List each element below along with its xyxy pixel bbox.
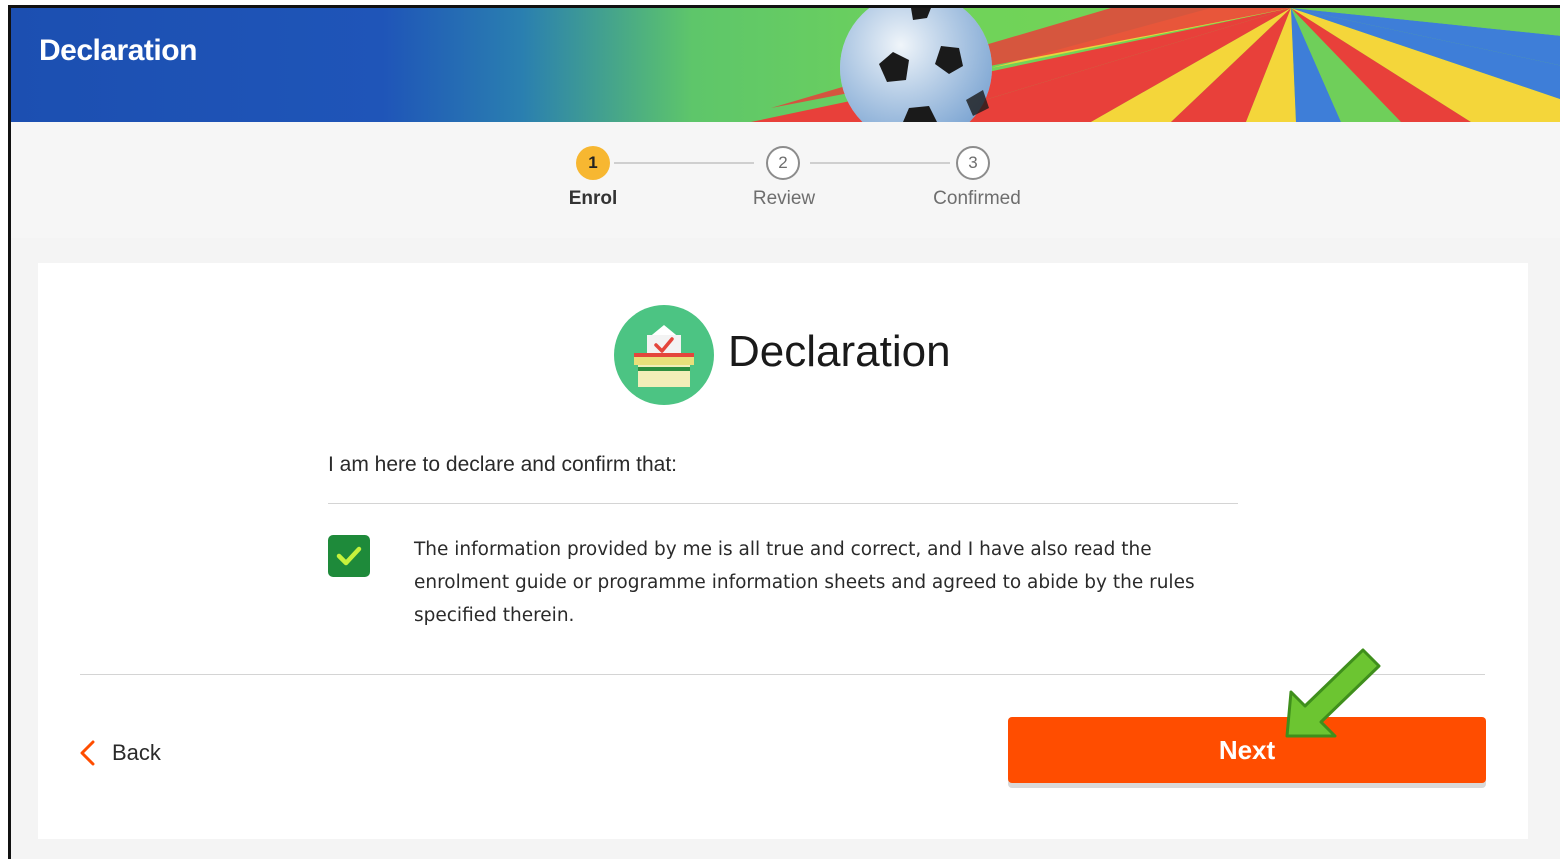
step-3-number: 3 bbox=[968, 153, 978, 172]
step-1-indicator: 1 bbox=[576, 146, 610, 180]
step-2-label: Review bbox=[752, 188, 816, 209]
step-connector bbox=[810, 162, 950, 164]
checkmark-icon bbox=[336, 546, 362, 566]
step-2-number: 2 bbox=[778, 153, 788, 172]
step-1-number: 1 bbox=[588, 153, 598, 172]
soccer-ball-icon bbox=[840, 8, 992, 122]
step-1-label: Enrol bbox=[568, 188, 618, 209]
back-button[interactable]: Back bbox=[78, 739, 161, 767]
declaration-intro: I am here to declare and confirm that: bbox=[328, 453, 678, 476]
next-button[interactable]: Next bbox=[1008, 717, 1486, 783]
card-title: Declaration bbox=[728, 327, 951, 376]
pointer-arrow-icon bbox=[1285, 648, 1381, 738]
progress-stepper: 1 2 3 Enrol Review Confirmed bbox=[11, 122, 1560, 238]
step-3-label: Confirmed bbox=[933, 188, 1021, 209]
app-frame: Declaration 1 2 3 Enrol Review Confirmed bbox=[8, 5, 1560, 859]
declaration-text: The information provided by me is all tr… bbox=[414, 539, 1195, 626]
banner-artwork bbox=[751, 8, 1560, 122]
chevron-left-icon bbox=[80, 740, 95, 766]
header-banner: Declaration bbox=[11, 8, 1560, 122]
step-3-indicator: 3 bbox=[956, 146, 990, 180]
step-2-indicator: 2 bbox=[766, 146, 800, 180]
back-button-label: Back bbox=[112, 740, 161, 765]
ballot-box-icon bbox=[614, 305, 714, 405]
divider bbox=[328, 503, 1238, 504]
divider bbox=[80, 674, 1485, 675]
step-connector bbox=[614, 162, 754, 164]
next-button-label: Next bbox=[1218, 734, 1276, 765]
page-title: Declaration bbox=[39, 34, 197, 67]
declaration-card: Declaration I am here to declare and con… bbox=[38, 263, 1528, 839]
declaration-checkbox[interactable] bbox=[328, 535, 370, 577]
